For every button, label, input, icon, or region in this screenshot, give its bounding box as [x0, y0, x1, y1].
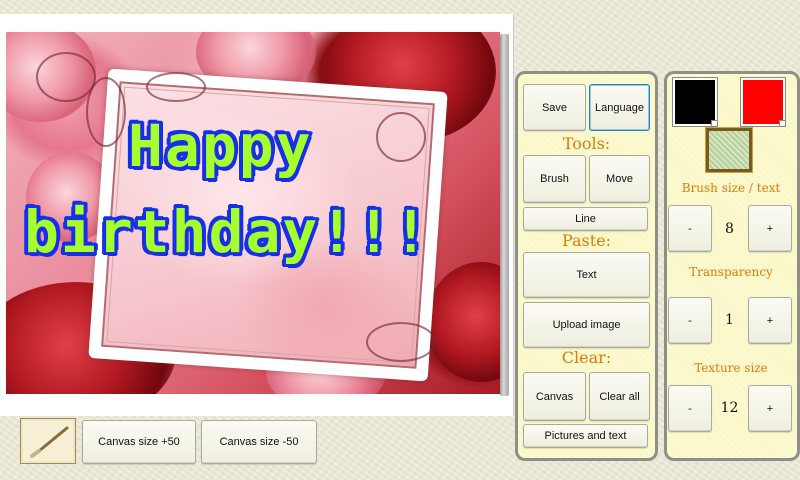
- canvas-size-plus-button[interactable]: Canvas size +50: [82, 420, 196, 464]
- texture-swatch[interactable]: [706, 128, 752, 172]
- clear-pictures-and-text-button[interactable]: Pictures and text: [523, 424, 648, 448]
- transparency-plus-button[interactable]: +: [748, 297, 792, 344]
- ornament-swirl: [86, 77, 126, 147]
- move-tool-button[interactable]: Move: [589, 155, 650, 203]
- brush-icon: [30, 426, 69, 458]
- clear-canvas-button[interactable]: Canvas: [523, 372, 586, 421]
- transparency-minus-button[interactable]: -: [668, 297, 712, 344]
- greeting-text-line-1[interactable]: Happy: [128, 112, 313, 180]
- upload-image-button[interactable]: Upload image: [523, 302, 650, 348]
- language-button[interactable]: Language: [589, 84, 650, 131]
- paste-heading: Paste:: [561, 231, 612, 250]
- paste-text-button[interactable]: Text: [523, 252, 650, 298]
- clear-heading: Clear:: [561, 348, 612, 367]
- ornament-swirl: [36, 52, 96, 102]
- line-tool-button[interactable]: Line: [523, 207, 648, 231]
- secondary-color-swatch[interactable]: [741, 78, 785, 126]
- save-button[interactable]: Save: [523, 84, 586, 131]
- drawing-canvas[interactable]: Happy birthday!!!: [6, 32, 500, 394]
- texture-size-minus-button[interactable]: -: [668, 385, 712, 432]
- canvas-size-minus-button[interactable]: Canvas size -50: [201, 420, 317, 464]
- red-rose-decoration: [426, 262, 500, 382]
- brush-size-plus-button[interactable]: +: [748, 205, 792, 252]
- tools-heading: Tools:: [562, 134, 611, 153]
- canvas-scrollbar[interactable]: [500, 34, 509, 396]
- transparency-label: Transparency: [689, 265, 773, 279]
- clear-all-button[interactable]: Clear all: [589, 372, 650, 421]
- brush-size-label: Brush size / text: [681, 181, 781, 195]
- texture-size-value: 12: [720, 400, 739, 416]
- brush-size-value: 8: [725, 221, 734, 237]
- primary-color-swatch[interactable]: [673, 78, 717, 126]
- brush-tool-button[interactable]: Brush: [523, 155, 586, 203]
- texture-size-label: Texture size: [694, 361, 768, 375]
- ornament-swirl: [366, 322, 436, 362]
- brush-preview[interactable]: [20, 418, 76, 464]
- texture-size-plus-button[interactable]: +: [748, 385, 792, 432]
- transparency-value: 1: [725, 312, 734, 328]
- ornament-swirl: [376, 112, 426, 162]
- brush-size-minus-button[interactable]: -: [668, 205, 712, 252]
- greeting-text-line-2[interactable]: birthday!!!: [24, 198, 430, 266]
- ornament-swirl: [146, 72, 206, 102]
